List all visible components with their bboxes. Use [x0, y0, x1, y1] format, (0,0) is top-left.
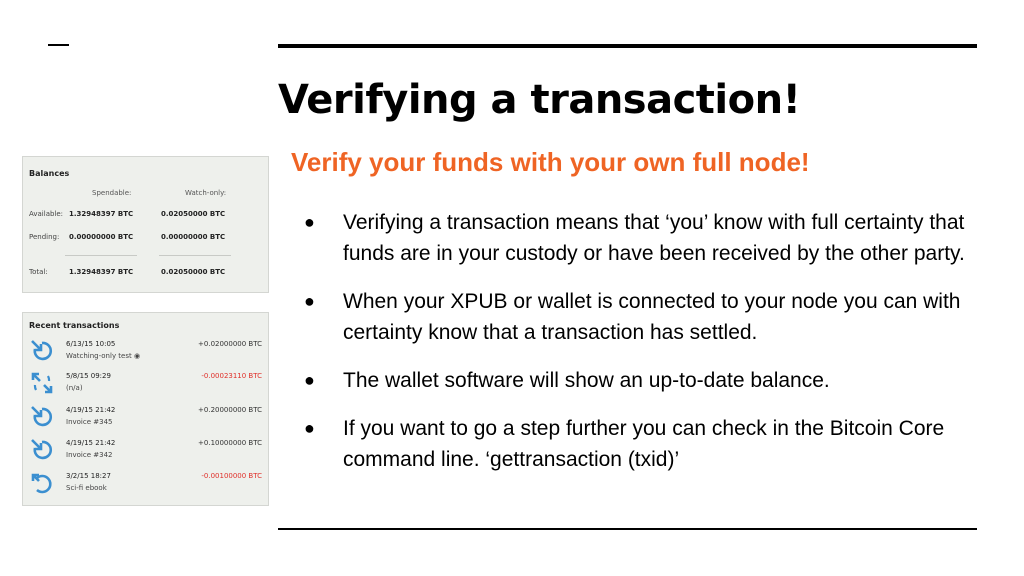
bullet-item: ● If you want to go a step further you ca… — [300, 413, 970, 475]
spendable-separator — [65, 255, 137, 256]
total-spendable: 1.32948397 BTC — [69, 268, 134, 276]
transaction-label: Sci-fi ebook — [66, 484, 107, 492]
recent-transactions-screenshot: Recent transactions 6/13/15 10:05 Watchi… — [22, 312, 269, 506]
self-transfer-icon — [31, 372, 53, 394]
transaction-date: 4/19/15 21:42 — [66, 439, 116, 447]
transaction-row: 3/2/15 18:27 Sci-fi ebook -0.00100000 BT… — [23, 470, 270, 500]
spendable-header: Spendable: — [92, 189, 132, 197]
receive-icon — [31, 439, 53, 460]
transaction-date: 4/19/15 21:42 — [66, 406, 116, 414]
watch-only-header: Watch-only: — [185, 189, 227, 197]
transaction-date: 6/13/15 10:05 — [66, 340, 116, 348]
receive-icon — [31, 406, 53, 427]
balances-title: Balances — [29, 169, 70, 178]
send-icon — [31, 473, 52, 494]
bullet-text: Verifying a transaction means that ‘you’… — [343, 211, 965, 265]
transaction-date: 3/2/15 18:27 — [66, 472, 111, 480]
bullet-dot: ● — [304, 212, 315, 232]
bullet-text: The wallet software will show an up-to-d… — [343, 369, 830, 392]
bullet-item: ● The wallet software will show an up-to-… — [300, 365, 970, 396]
transaction-date: 5/8/15 09:29 — [66, 372, 111, 380]
transaction-amount: -0.00023110 BTC — [201, 372, 262, 380]
available-watch: 0.02050000 BTC — [161, 210, 226, 218]
bullet-list: ● Verifying a transaction means that ‘you… — [300, 207, 970, 492]
transaction-amount: +0.02000000 BTC — [198, 340, 262, 348]
recent-transactions-title: Recent transactions — [29, 321, 120, 330]
watch-separator — [159, 255, 231, 256]
transaction-amount: -0.00100000 BTC — [201, 472, 262, 480]
slide-subtitle: Verify your funds with your own full nod… — [291, 147, 810, 177]
top-rule — [278, 44, 977, 48]
balances-screenshot: Balances Spendable: Watch-only: Availabl… — [22, 156, 269, 293]
corner-dash — [48, 44, 69, 46]
bottom-rule — [278, 528, 977, 530]
transaction-row: 4/19/15 21:42 Invoice #345 +0.20000000 B… — [23, 404, 270, 434]
transaction-row: 6/13/15 10:05 Watching-only test ◉ +0.02… — [23, 338, 270, 368]
transaction-label: (n/a) — [66, 384, 83, 392]
pending-watch: 0.00000000 BTC — [161, 233, 226, 241]
bullet-text: When your XPUB or wallet is connected to… — [343, 290, 961, 344]
pending-spendable: 0.00000000 BTC — [69, 233, 134, 241]
bullet-text: If you want to go a step further you can… — [343, 417, 945, 471]
transaction-label: Invoice #345 — [66, 418, 113, 426]
bullet-dot: ● — [304, 291, 315, 311]
available-spendable: 1.32948397 BTC — [69, 210, 134, 218]
bullet-item: ● When your XPUB or wallet is connected t… — [300, 286, 970, 348]
pending-label: Pending: — [29, 233, 60, 241]
slide-title: Verifying a transaction! — [278, 77, 801, 123]
total-watch: 0.02050000 BTC — [161, 268, 226, 276]
transaction-amount: +0.20000000 BTC — [198, 406, 262, 414]
transaction-label: Invoice #342 — [66, 451, 113, 459]
available-label: Available: — [29, 210, 64, 218]
transaction-row: 5/8/15 09:29 (n/a) -0.00023110 BTC — [23, 370, 270, 400]
transaction-amount: +0.10000000 BTC — [198, 439, 262, 447]
total-label: Total: — [29, 268, 48, 276]
transaction-row: 4/19/15 21:42 Invoice #342 +0.10000000 B… — [23, 437, 270, 467]
bullet-dot: ● — [304, 418, 315, 438]
bullet-item: ● Verifying a transaction means that ‘you… — [300, 207, 970, 269]
receive-icon — [31, 340, 53, 361]
bullet-dot: ● — [304, 370, 315, 390]
transaction-label: Watching-only test ◉ — [66, 352, 141, 360]
